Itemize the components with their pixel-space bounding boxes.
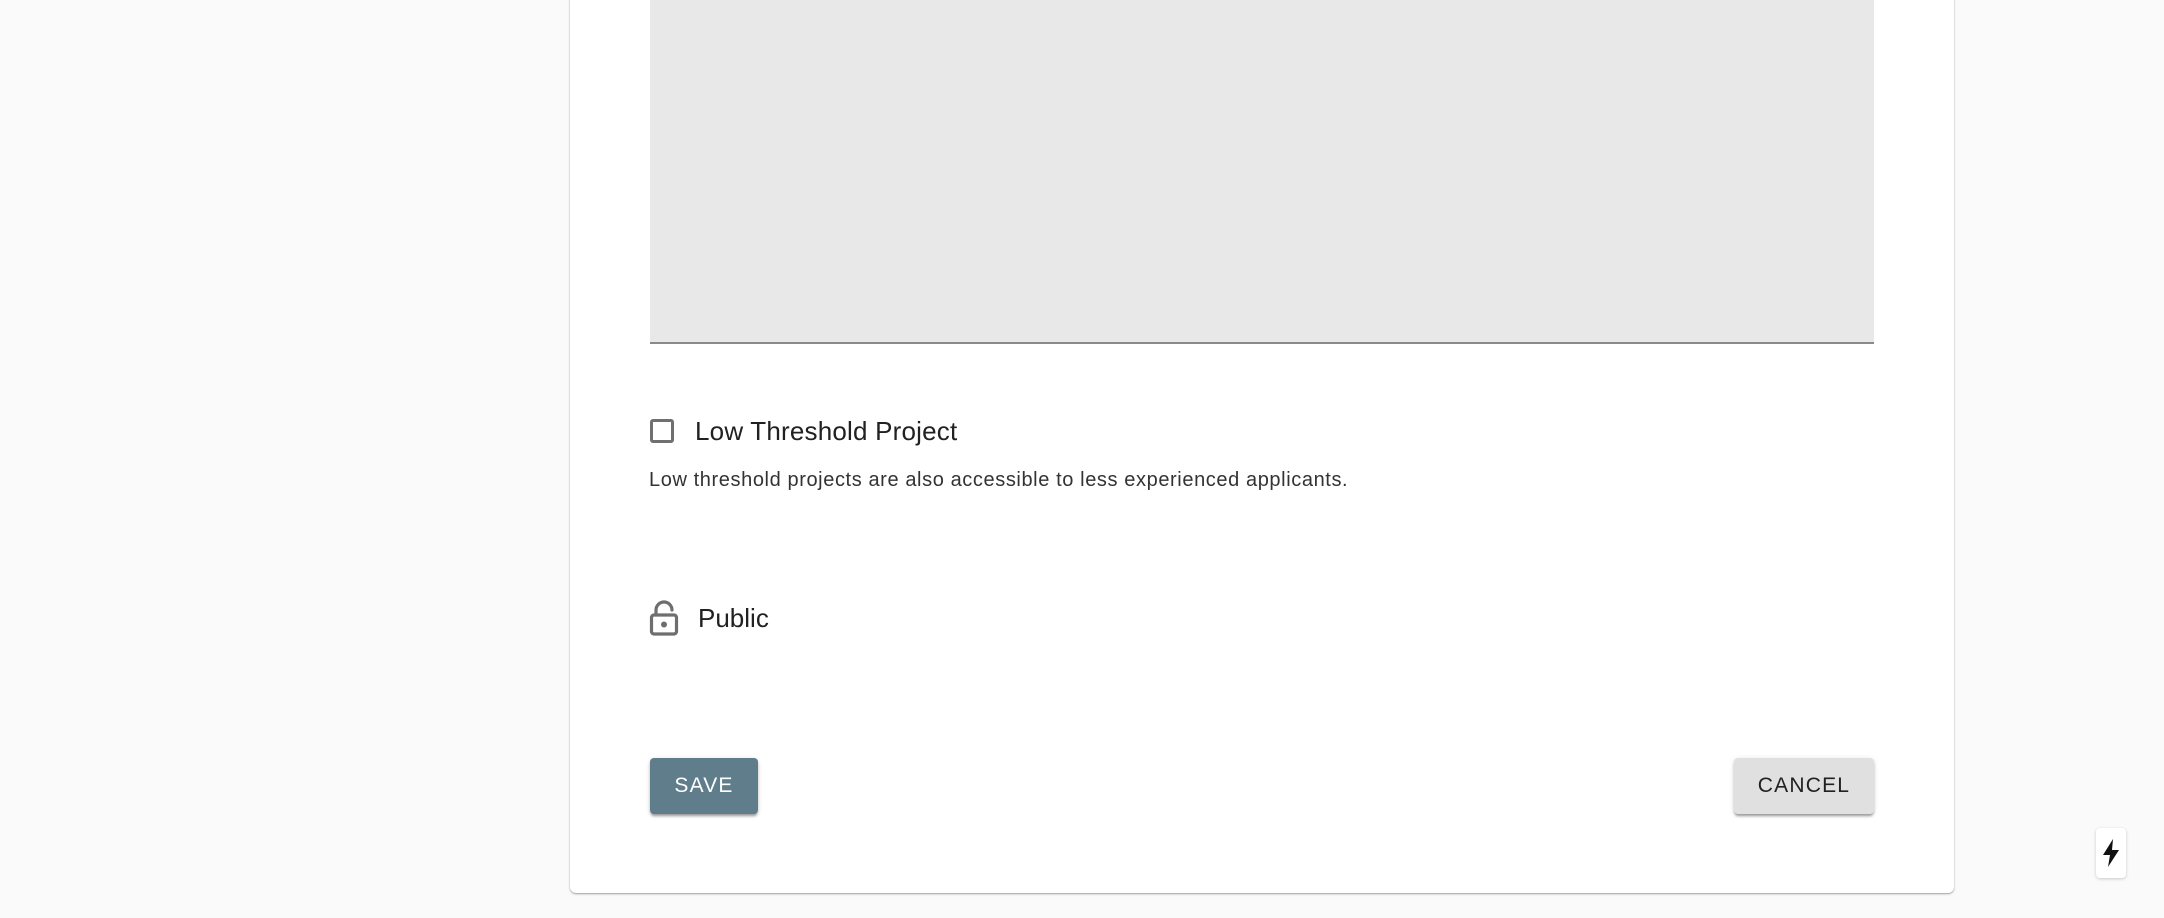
- lock-open-icon[interactable]: [649, 600, 679, 636]
- project-form-card: Low Threshold Project Low threshold proj…: [570, 0, 1954, 893]
- description-textarea[interactable]: [650, 0, 1874, 344]
- visibility-toggle[interactable]: Public: [649, 598, 769, 638]
- low-threshold-checkbox-row[interactable]: Low Threshold Project: [650, 411, 957, 451]
- low-threshold-helper-text: Low threshold projects are also accessib…: [649, 469, 1349, 491]
- cancel-button[interactable]: CANCEL: [1734, 758, 1874, 814]
- low-threshold-checkbox[interactable]: [650, 419, 674, 443]
- visibility-label: Public: [698, 602, 769, 633]
- quick-action-button[interactable]: [2096, 828, 2126, 878]
- save-button[interactable]: SAVE: [650, 758, 758, 814]
- low-threshold-label[interactable]: Low Threshold Project: [695, 416, 957, 447]
- lightning-bolt-icon: [2103, 839, 2119, 867]
